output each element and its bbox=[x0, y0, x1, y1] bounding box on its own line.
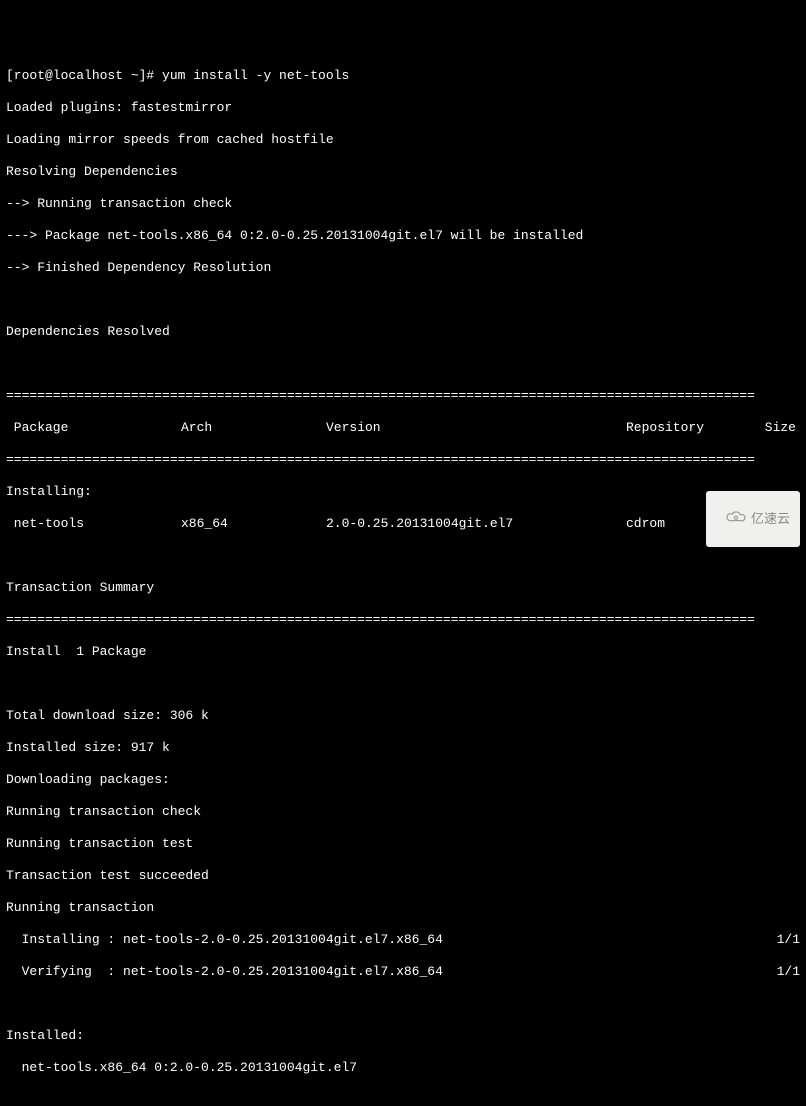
output-line: --> Running transaction check bbox=[6, 196, 800, 212]
installed-pkg: net-tools.x86_64 0:2.0-0.25.20131004git.… bbox=[6, 1060, 800, 1076]
header-arch: Arch bbox=[181, 420, 326, 436]
cell-arch: x86_64 bbox=[181, 516, 326, 532]
separator-line: ========================================… bbox=[6, 452, 800, 468]
watermark-badge: 亿速云 bbox=[706, 491, 800, 547]
output-line: Loaded plugins: fastestmirror bbox=[6, 100, 800, 116]
progress-verifying: Verifying : net-tools-2.0-0.25.20131004g… bbox=[6, 964, 800, 980]
separator-line: ========================================… bbox=[6, 388, 800, 404]
installed-size: Installed size: 917 k bbox=[6, 740, 800, 756]
transaction-test: Running transaction test bbox=[6, 836, 800, 852]
output-line: Dependencies Resolved bbox=[6, 324, 800, 340]
output-line: Loading mirror speeds from cached hostfi… bbox=[6, 132, 800, 148]
output-line: Resolving Dependencies bbox=[6, 164, 800, 180]
blank-line bbox=[6, 1092, 800, 1106]
prompt-line: [root@localhost ~]# yum install -y net-t… bbox=[6, 68, 800, 84]
header-package: Package bbox=[6, 420, 181, 436]
blank-line bbox=[6, 676, 800, 692]
section-installing: Installing: bbox=[6, 484, 800, 500]
progress-installing-count: 1/1 bbox=[777, 932, 800, 948]
transaction-check: Running transaction check bbox=[6, 804, 800, 820]
progress-verifying-count: 1/1 bbox=[777, 964, 800, 980]
cloud-icon bbox=[712, 494, 746, 544]
table-row: net-toolsx86_642.0-0.25.20131004git.el7c… bbox=[6, 516, 800, 532]
table-header-row: PackageArchVersionRepositorySize bbox=[6, 420, 800, 436]
shell-prompt: [root@localhost ~]# bbox=[6, 68, 162, 83]
progress-installing-label: Installing : net-tools-2.0-0.25.20131004… bbox=[6, 932, 443, 948]
download-size: Total download size: 306 k bbox=[6, 708, 800, 724]
command-input[interactable]: yum install -y net-tools bbox=[162, 68, 349, 83]
blank-line bbox=[6, 356, 800, 372]
transaction-test-ok: Transaction test succeeded bbox=[6, 868, 800, 884]
transaction-running: Running transaction bbox=[6, 900, 800, 916]
header-version: Version bbox=[326, 420, 626, 436]
cell-version: 2.0-0.25.20131004git.el7 bbox=[326, 516, 626, 532]
watermark-text: 亿速云 bbox=[751, 511, 790, 527]
installed-label: Installed: bbox=[6, 1028, 800, 1044]
header-repository: Repository bbox=[626, 420, 736, 436]
blank-line bbox=[6, 292, 800, 308]
header-size: Size bbox=[736, 420, 796, 436]
output-line: ---> Package net-tools.x86_64 0:2.0-0.25… bbox=[6, 228, 800, 244]
output-line: --> Finished Dependency Resolution bbox=[6, 260, 800, 276]
blank-line bbox=[6, 548, 800, 564]
cell-package: net-tools bbox=[6, 516, 181, 532]
summary-title: Transaction Summary bbox=[6, 580, 800, 596]
blank-line bbox=[6, 996, 800, 1012]
summary-install: Install 1 Package bbox=[6, 644, 800, 660]
progress-installing: Installing : net-tools-2.0-0.25.20131004… bbox=[6, 932, 800, 948]
downloading: Downloading packages: bbox=[6, 772, 800, 788]
progress-verifying-label: Verifying : net-tools-2.0-0.25.20131004g… bbox=[6, 964, 443, 980]
separator-line: ========================================… bbox=[6, 612, 800, 628]
